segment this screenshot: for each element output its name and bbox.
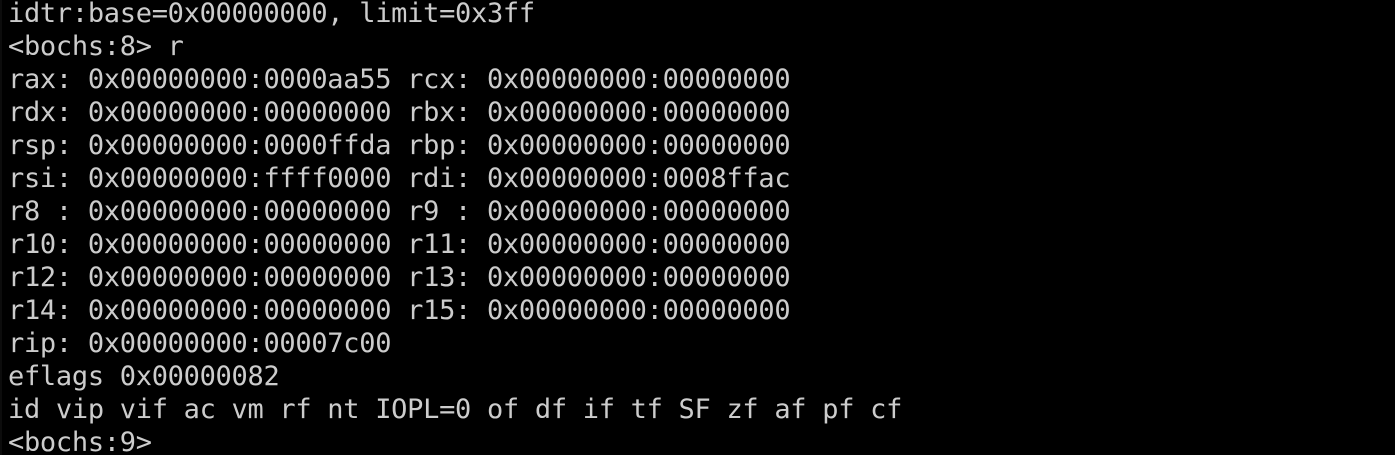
register-line-eflags: eflags 0x00000082	[8, 361, 280, 392]
register-line-r12-r13: r12: 0x00000000:00000000 r13: 0x00000000…	[8, 262, 791, 293]
window-border	[0, 0, 2, 455]
flags-line: id vip vif ac vm rf nt IOPL=0 of df if t…	[8, 394, 903, 425]
register-line-r10-r11: r10: 0x00000000:00000000 r11: 0x00000000…	[8, 229, 791, 260]
register-line-rsp-rbp: rsp: 0x00000000:0000ffda rbp: 0x00000000…	[8, 130, 791, 161]
output-line-idtr: idtr:base=0x00000000, limit=0x3ff	[8, 0, 535, 29]
register-line-rax-rcx: rax: 0x00000000:0000aa55 rcx: 0x00000000…	[8, 64, 791, 95]
register-line-r14-r15: r14: 0x00000000:00000000 r15: 0x00000000…	[8, 295, 791, 326]
terminal-window[interactable]: idtr:base=0x00000000, limit=0x3ff <bochs…	[0, 0, 1395, 455]
register-line-rip: rip: 0x00000000:00007c00	[8, 328, 392, 359]
terminal-output: idtr:base=0x00000000, limit=0x3ff <bochs…	[8, 0, 902, 455]
register-line-rdx-rbx: rdx: 0x00000000:00000000 rbx: 0x00000000…	[8, 97, 791, 128]
command-line-r: <bochs:8> r	[8, 31, 184, 62]
command-prompt[interactable]: <bochs:9>	[8, 426, 902, 455]
register-line-rsi-rdi: rsi: 0x00000000:ffff0000 rdi: 0x00000000…	[8, 163, 791, 194]
register-line-r8-r9: r8 : 0x00000000:00000000 r9 : 0x00000000…	[8, 196, 791, 227]
